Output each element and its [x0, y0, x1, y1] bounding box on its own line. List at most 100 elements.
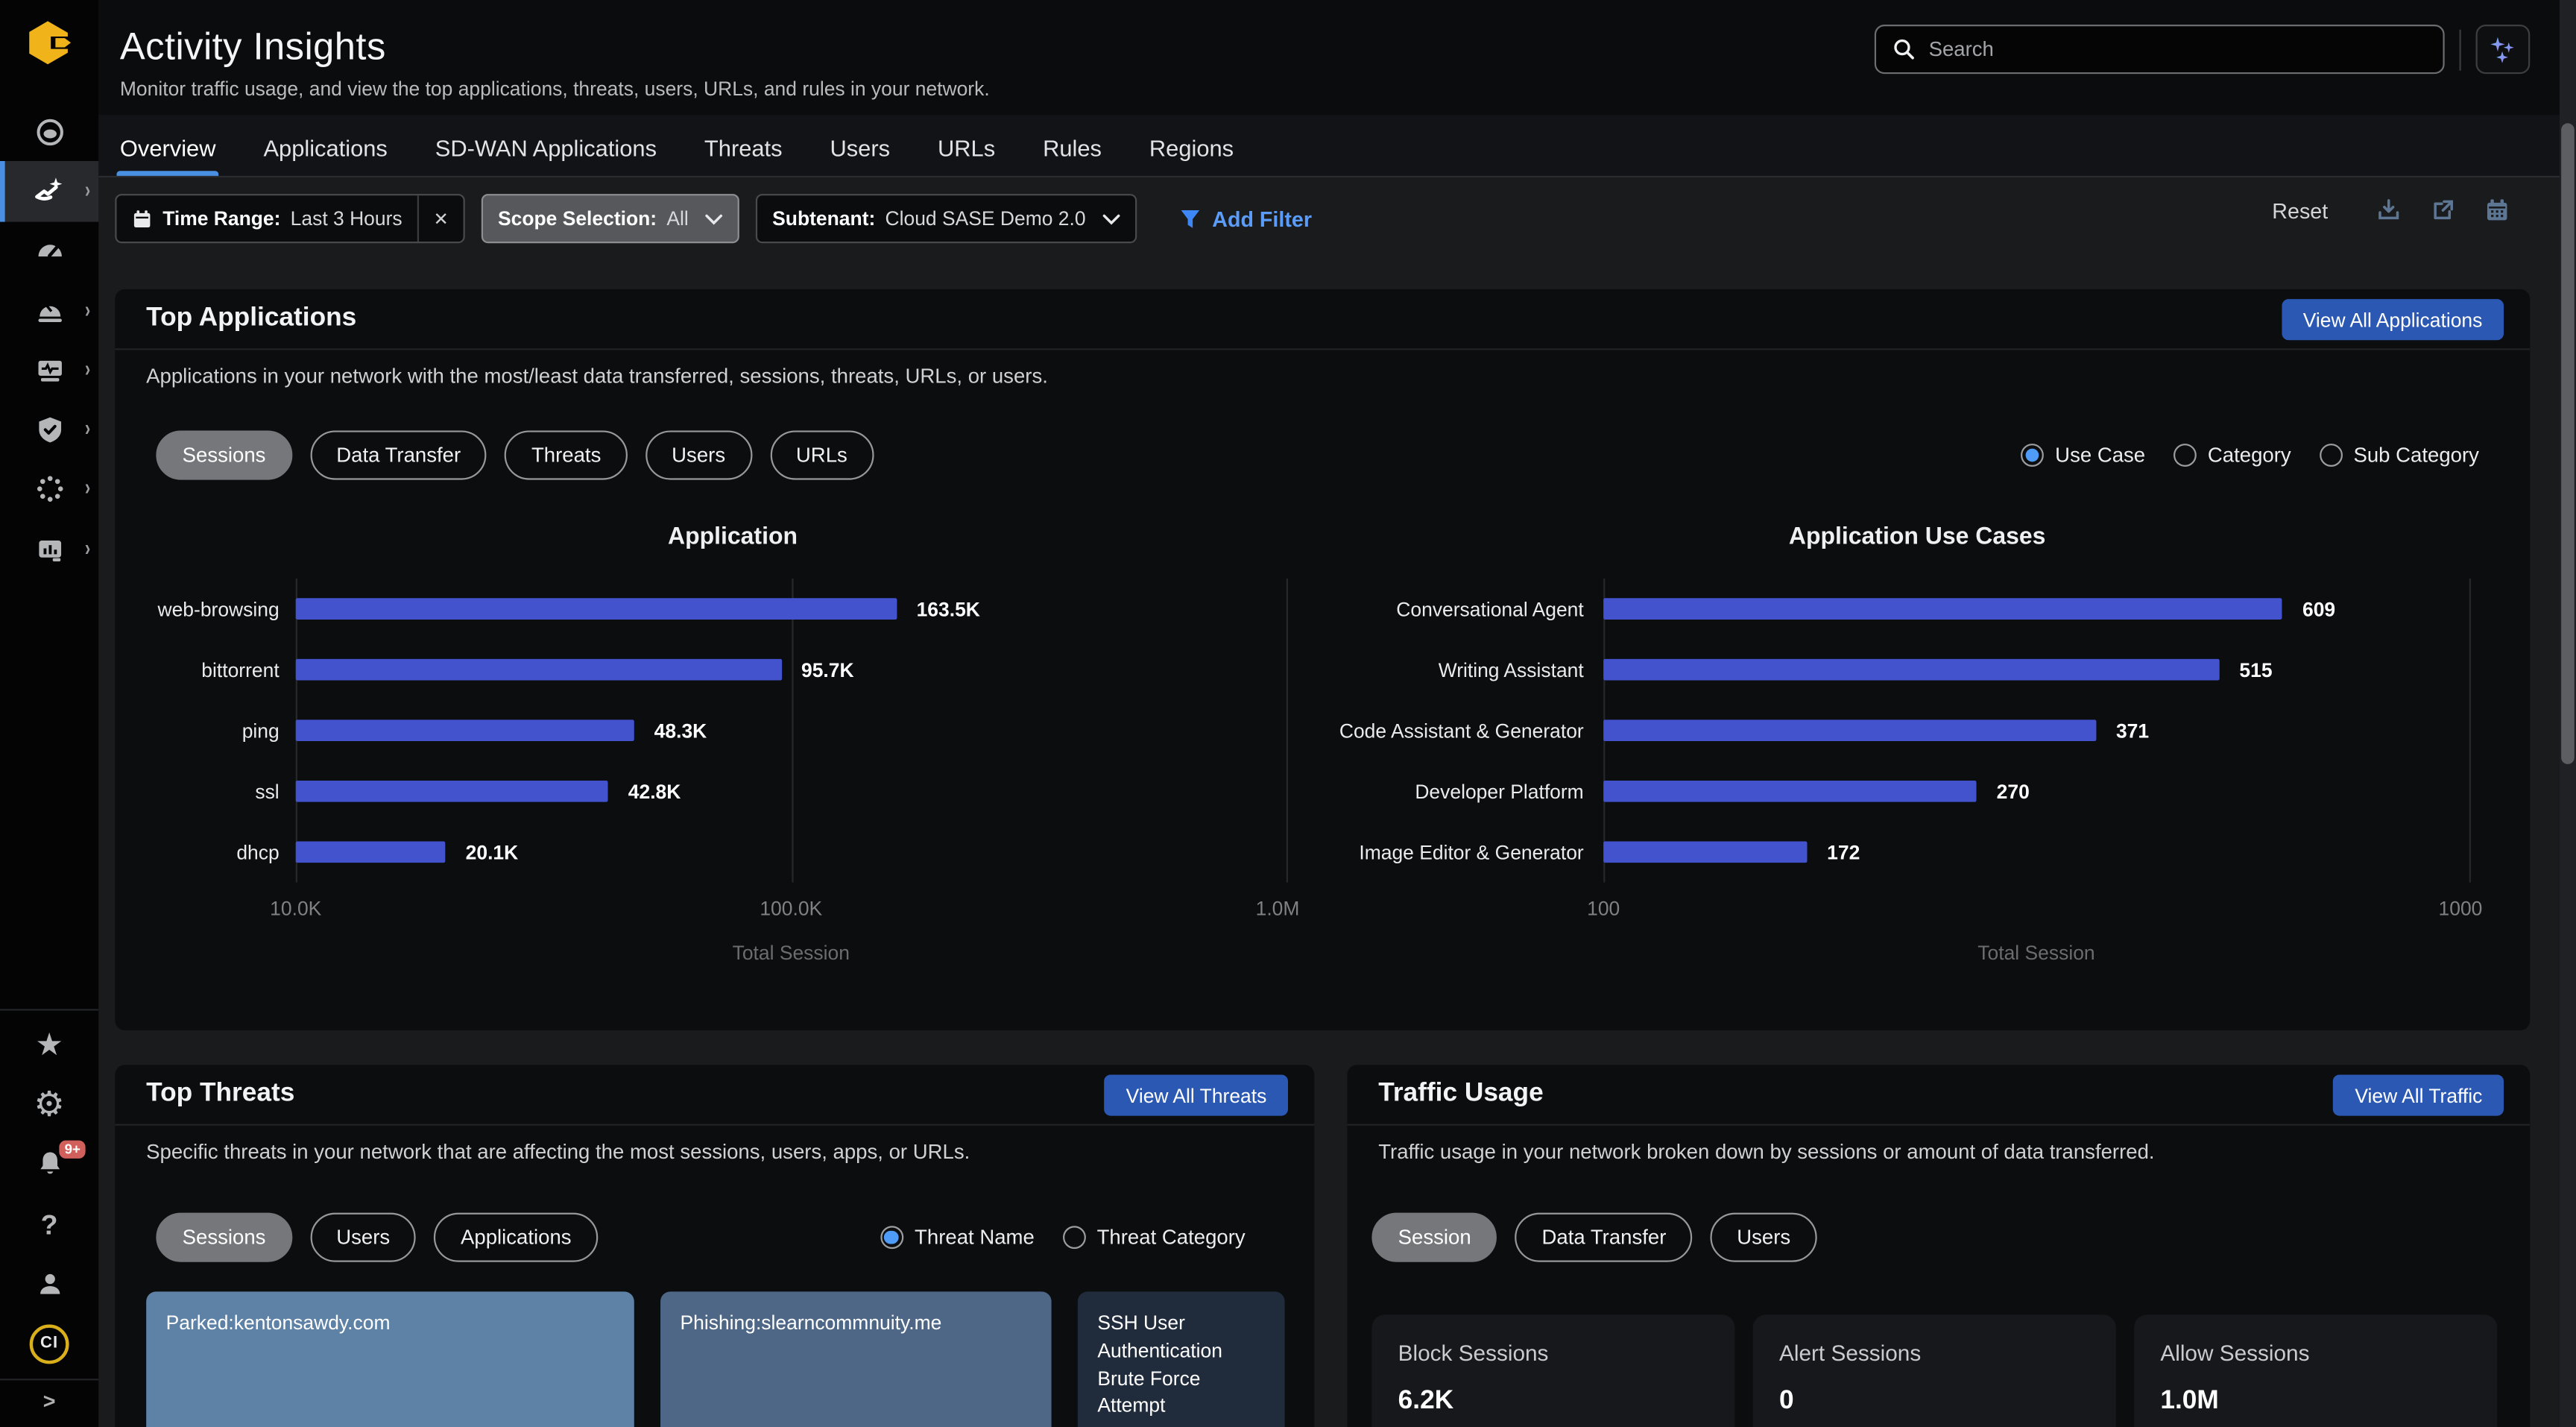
bar[interactable]: [1603, 659, 2220, 681]
subtenant-chip[interactable]: Subtenant: Cloud SASE Demo 2.0: [756, 194, 1137, 243]
sidebar-expand-chevron-icon[interactable]: >: [0, 1378, 98, 1420]
scope-selection-label: Scope Selection:: [498, 207, 657, 230]
bar-value-label: 95.7K: [801, 658, 854, 681]
top-threats-header: Top Threats View All Threats: [115, 1065, 1314, 1126]
pill-threats[interactable]: Threats: [505, 430, 628, 479]
bar-category-label: ssl: [138, 780, 280, 803]
sidebar-item-reports[interactable]: ›: [0, 520, 98, 579]
brand-logo[interactable]: [25, 18, 74, 67]
pill-users[interactable]: Users: [645, 430, 752, 479]
x-axis-tick: 1.0M: [1256, 897, 1300, 920]
sidebar-item-command-center[interactable]: [0, 102, 98, 162]
radio-category[interactable]: Category: [2174, 444, 2291, 467]
scope-selection-chip[interactable]: Scope Selection: All: [482, 194, 739, 243]
sidebar-item-gear[interactable]: ⚙: [0, 1075, 98, 1135]
chart-title: Application: [146, 524, 1319, 550]
tab-users[interactable]: Users: [830, 135, 890, 176]
scrollbar-thumb[interactable]: [2561, 123, 2575, 764]
tab-urls[interactable]: URLs: [938, 135, 995, 176]
sidebar-item-dashboard[interactable]: [0, 221, 98, 281]
bar[interactable]: [296, 781, 609, 802]
header-divider: [2460, 30, 2461, 71]
radio-use-case[interactable]: Use Case: [2021, 444, 2145, 467]
sidebar-item-user[interactable]: [0, 1254, 98, 1314]
x-axis-tick: 100: [1587, 897, 1620, 920]
view-all-threats-button[interactable]: View All Threats: [1105, 1074, 1288, 1115]
bar-category-label: Writing Assistant: [1337, 658, 1584, 681]
sidebar-item-workflow[interactable]: ›: [0, 460, 98, 520]
pill-users[interactable]: Users: [1711, 1213, 1817, 1262]
card-title: Traffic Usage: [1378, 1080, 1543, 1109]
bar-category-label: Conversational Agent: [1337, 597, 1584, 620]
sidebar-item-security-shield[interactable]: ›: [0, 400, 98, 460]
pill-users[interactable]: Users: [310, 1213, 417, 1262]
treemap-tile-phishing-slearncommnuity-me[interactable]: Phishing:slearncommnuity.me: [660, 1291, 1052, 1427]
sidebar-item-activity-insights[interactable]: ›: [0, 162, 98, 221]
tab-overview[interactable]: Overview: [120, 135, 216, 176]
bar[interactable]: [1603, 598, 2282, 620]
radio-dot-icon: [2021, 444, 2044, 467]
chevron-down-icon: [705, 212, 723, 224]
pill-sessions[interactable]: Sessions: [156, 430, 291, 479]
pill-session[interactable]: Session: [1371, 1213, 1497, 1262]
radio-threat-category[interactable]: Threat Category: [1062, 1226, 1245, 1249]
bar-row: bittorrent95.7K: [296, 639, 1287, 700]
top-threats-card: Top Threats View All Threats Specific th…: [115, 1065, 1314, 1427]
add-filter-button[interactable]: Add Filter: [1179, 207, 1312, 231]
radio-threat-name[interactable]: Threat Name: [880, 1226, 1035, 1249]
bar[interactable]: [296, 719, 634, 741]
tab-regions[interactable]: Regions: [1149, 135, 1234, 176]
page-scrollbar[interactable]: [2560, 0, 2576, 1427]
page-title: Activity Insights: [120, 25, 386, 69]
bar[interactable]: [296, 659, 782, 681]
global-search[interactable]: [1875, 25, 2445, 74]
bar[interactable]: [1603, 841, 1808, 863]
bar-value-label: 270: [1997, 780, 2030, 803]
sidebar-item-alerts[interactable]: ›: [0, 281, 98, 341]
calendar-icon[interactable]: [2484, 197, 2510, 223]
sidebar-item-bell[interactable]: 9+: [0, 1135, 98, 1194]
radio-dot-icon: [2174, 444, 2197, 467]
radio-sub-category[interactable]: Sub Category: [2319, 444, 2479, 467]
bar-row: ssl42.8K: [296, 760, 1287, 822]
pill-data-transfer[interactable]: Data Transfer: [1515, 1213, 1692, 1262]
help-icon: ?: [41, 1210, 58, 1238]
pill-applications[interactable]: Applications: [435, 1213, 598, 1262]
chevron-right-icon: ›: [85, 179, 90, 204]
pill-sessions[interactable]: Sessions: [156, 1213, 291, 1262]
bar[interactable]: [296, 598, 897, 620]
download-icon[interactable]: [2375, 197, 2402, 223]
share-icon[interactable]: [2430, 197, 2456, 223]
scope-selection-value: All: [666, 207, 688, 230]
ai-copilot-button[interactable]: [2476, 25, 2531, 74]
sidebar-item-star[interactable]: ★: [0, 1015, 98, 1075]
sidebar-item-device-monitor[interactable]: ›: [0, 341, 98, 400]
bar[interactable]: [296, 841, 446, 863]
reset-button[interactable]: Reset: [2272, 198, 2328, 223]
tab-applications[interactable]: Applications: [263, 135, 387, 176]
chevron-right-icon: ›: [85, 298, 90, 324]
view-all-applications-button[interactable]: View All Applications: [2282, 299, 2504, 340]
close-icon[interactable]: ✕: [417, 195, 448, 242]
treemap-tile-parked-kentonsawdy-com[interactable]: Parked:kentonsawdy.com: [146, 1291, 634, 1427]
bar[interactable]: [1603, 781, 1977, 802]
tab-threats[interactable]: Threats: [704, 135, 783, 176]
tab-rules[interactable]: Rules: [1043, 135, 1102, 176]
sidebar-item-tenant-avatar[interactable]: CI: [0, 1314, 98, 1373]
treemap-tile-ssh-user-authentication-brute-[interactable]: SSH User Authentication Brute Force Atte…: [1078, 1291, 1285, 1427]
search-input[interactable]: [1929, 38, 2427, 61]
chart-title: Application Use Cases: [1330, 524, 2504, 550]
time-range-chip[interactable]: Time Range: Last 3 Hours ✕: [115, 194, 465, 243]
main-content: Activity Insights Monitor traffic usage,…: [98, 0, 2560, 1427]
pill-data-transfer[interactable]: Data Transfer: [310, 430, 487, 479]
reports-icon: [34, 534, 65, 565]
subtenant-label: Subtenant:: [772, 207, 875, 230]
tab-sd-wan-applications[interactable]: SD-WAN Applications: [435, 135, 657, 176]
view-all-traffic-button[interactable]: View All Traffic: [2334, 1074, 2504, 1115]
bar[interactable]: [1603, 719, 2096, 741]
metric-pills: Session Data Transfer Users: [1371, 1213, 1816, 1262]
chart-plot-area: web-browsing163.5Kbittorrent95.7Kping48.…: [296, 579, 1287, 883]
sidebar-item-help[interactable]: ?: [0, 1194, 98, 1254]
alerts-icon: [34, 295, 65, 327]
pill-urls[interactable]: URLs: [770, 430, 874, 479]
